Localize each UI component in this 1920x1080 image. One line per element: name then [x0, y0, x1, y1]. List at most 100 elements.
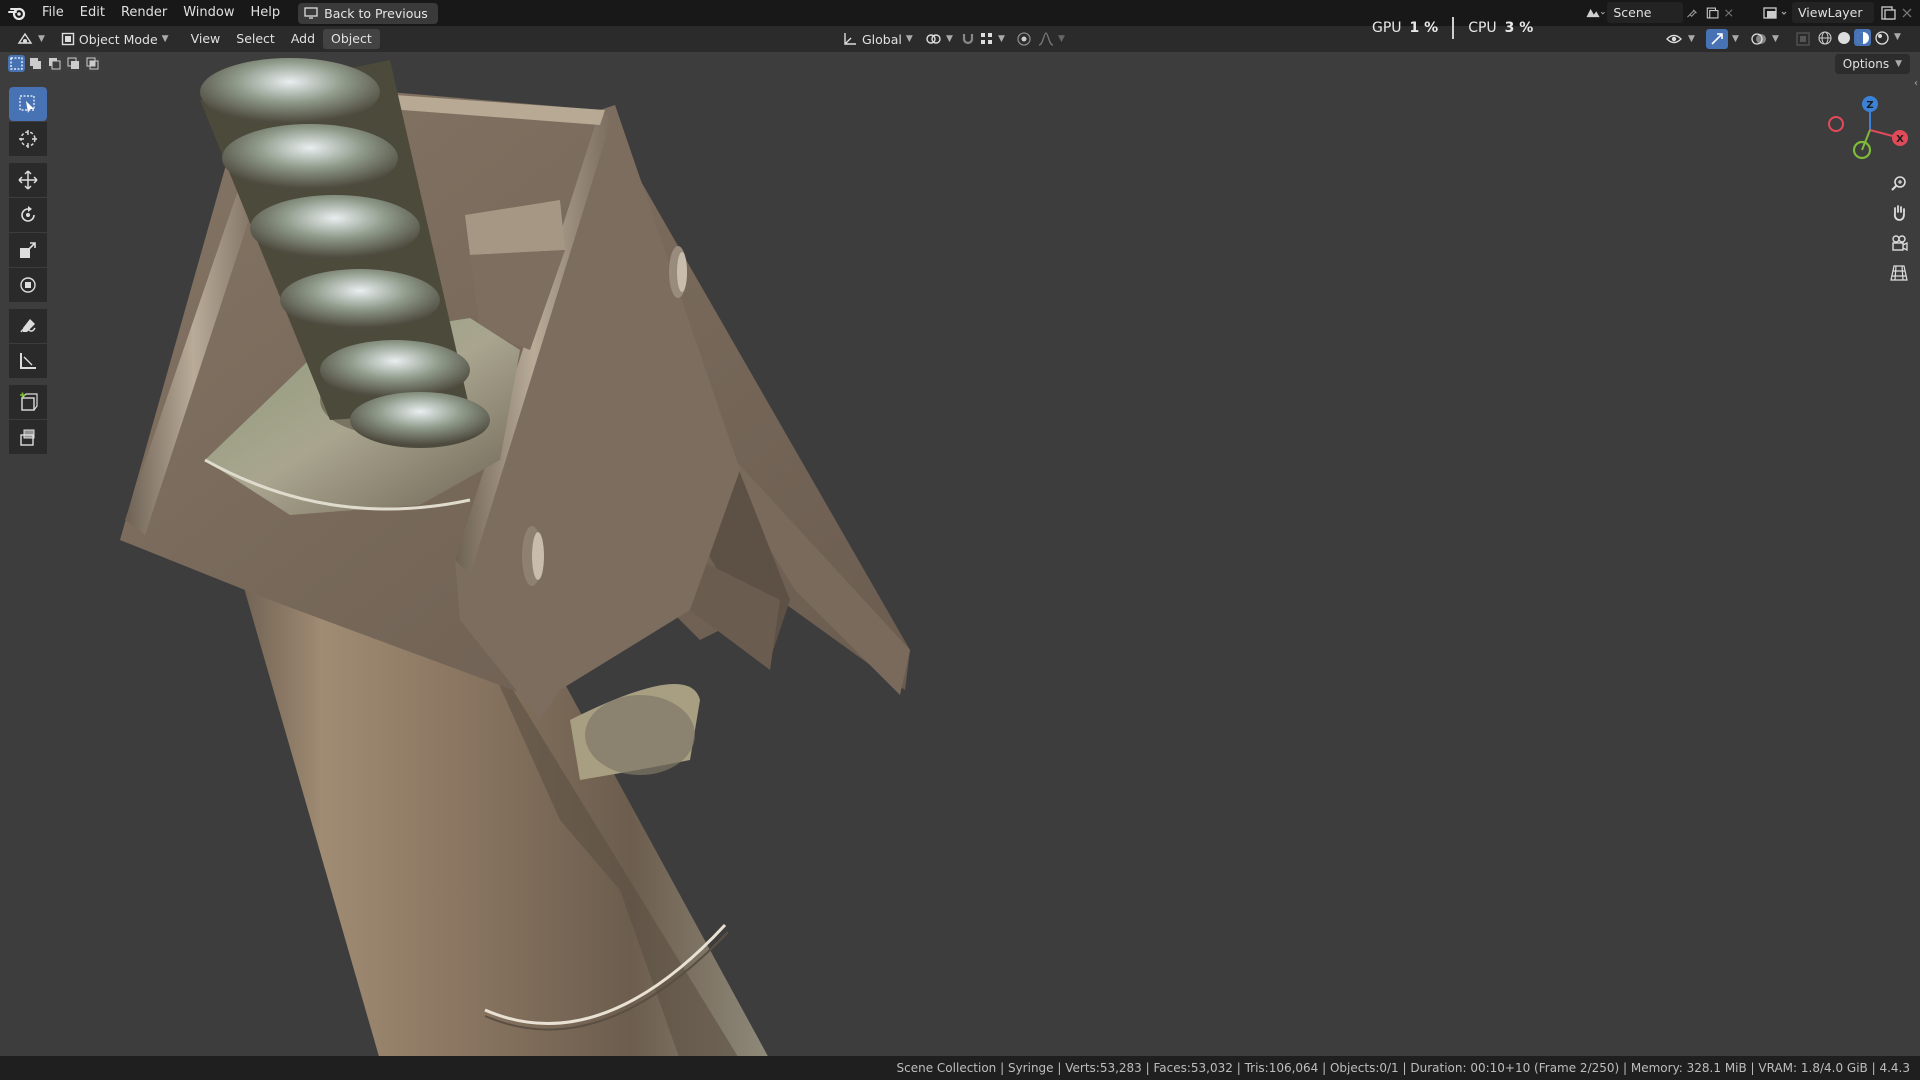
- transform-icon: [20, 277, 36, 293]
- orientation-axes-icon: [844, 33, 856, 45]
- sidebar-toggle-icon[interactable]: ‹: [1914, 78, 1918, 89]
- wireframe-sphere-icon: [1817, 30, 1832, 45]
- viewport-header: ▼ Object Mode ▼ View Select Add Object G…: [0, 26, 1920, 52]
- chevron-down-icon: ▼: [998, 34, 1005, 44]
- tool-extrude[interactable]: [9, 420, 47, 454]
- extrude-icon: [20, 429, 35, 446]
- delete-viewlayer-icon[interactable]: [1900, 5, 1914, 21]
- menu-window[interactable]: Window: [175, 2, 242, 24]
- pin-icon[interactable]: [1685, 5, 1700, 21]
- delete-scene-icon[interactable]: [1723, 5, 1734, 21]
- pan-view-button[interactable]: [1886, 200, 1912, 226]
- back-to-previous-label: Back to Previous: [324, 5, 428, 21]
- select-invert-button[interactable]: [65, 55, 82, 72]
- menu-help[interactable]: Help: [243, 2, 289, 24]
- gpu-value: 1 %: [1409, 19, 1439, 36]
- add-cube-icon: [20, 392, 38, 411]
- tool-add-cube[interactable]: [9, 385, 47, 419]
- tool-cursor[interactable]: [9, 122, 47, 156]
- pivot-point-dropdown[interactable]: ▼: [918, 29, 959, 49]
- gizmo-x-label: X: [1896, 134, 1904, 145]
- tool-transform[interactable]: [9, 268, 47, 302]
- tool-annotate[interactable]: [9, 309, 47, 343]
- 3d-cursor-icon: [19, 130, 37, 148]
- select-new-icon: [10, 57, 23, 70]
- perspective-toggle-button[interactable]: [1886, 260, 1912, 286]
- snap-target-dropdown[interactable]: ▼: [974, 29, 1011, 49]
- select-extend-button[interactable]: [27, 55, 44, 72]
- chevron-down-icon: ▼: [1688, 34, 1695, 44]
- gizmo-toggle[interactable]: ▼: [1700, 29, 1745, 49]
- shading-solid-button[interactable]: [1835, 29, 1852, 46]
- chevron-down-icon: ▼: [905, 34, 913, 44]
- select-new-button[interactable]: [8, 55, 25, 72]
- tool-measure[interactable]: [9, 344, 47, 378]
- pan-hand-icon: [1893, 205, 1905, 221]
- proportional-edit-icon: [1017, 32, 1031, 46]
- gizmo-z-label: Z: [1866, 100, 1873, 111]
- gizmo-arrow-icon: [1711, 33, 1723, 45]
- blender-logo-icon[interactable]: [0, 0, 34, 26]
- scene-selector[interactable]: Scene: [1584, 2, 1734, 23]
- viewlayer-name-field[interactable]: ViewLayer: [1792, 2, 1874, 23]
- camera-icon: [1892, 235, 1908, 252]
- header-menu-select[interactable]: Select: [228, 29, 283, 49]
- rotate-icon: [21, 206, 35, 222]
- pivot-icon: [926, 34, 941, 44]
- viewlayer-icon: [1763, 6, 1787, 19]
- scene-name-field[interactable]: Scene: [1607, 2, 1684, 23]
- measure-ruler-icon: [20, 353, 36, 369]
- top-menu-bar: File Edit Render Window Help Back to Pre…: [0, 0, 1920, 26]
- zoom-view-button[interactable]: [1886, 170, 1912, 196]
- gpu-label: GPU: [1372, 19, 1402, 36]
- cpu-value: 3 %: [1504, 19, 1534, 36]
- shading-rendered-button[interactable]: [1873, 29, 1890, 46]
- options-dropdown[interactable]: Options ▼: [1834, 54, 1910, 74]
- options-label: Options: [1842, 57, 1890, 71]
- chevron-down-icon: ▼: [946, 34, 953, 44]
- tool-move[interactable]: [9, 163, 47, 197]
- viewlayer-selector[interactable]: ViewLayer: [1762, 2, 1914, 23]
- menu-edit[interactable]: Edit: [72, 2, 113, 24]
- editor-type-dropdown[interactable]: ▼: [10, 29, 51, 49]
- menu-file[interactable]: File: [34, 2, 72, 24]
- transform-orientation-dropdown[interactable]: Global ▼: [836, 29, 919, 49]
- tool-rotate[interactable]: [9, 198, 47, 232]
- 3d-viewport[interactable]: Options ▼ ‹ Z X: [0, 52, 1920, 1056]
- falloff-dropdown[interactable]: ▼: [1032, 29, 1071, 49]
- select-intersect-icon: [86, 57, 99, 70]
- header-menu-object[interactable]: Object: [323, 29, 380, 49]
- shading-wireframe-button[interactable]: [1816, 29, 1833, 46]
- cpu-label: CPU: [1468, 19, 1497, 36]
- chevron-down-icon[interactable]: ▼: [1894, 29, 1901, 46]
- select-subtract-button[interactable]: [46, 55, 63, 72]
- header-menu-add[interactable]: Add: [283, 29, 323, 49]
- screen-icon: [304, 7, 318, 19]
- mode-dropdown[interactable]: Object Mode ▼: [55, 29, 175, 49]
- new-scene-icon[interactable]: [1704, 5, 1720, 21]
- select-intersect-button[interactable]: [84, 55, 101, 72]
- solid-sphere-icon: [1837, 31, 1850, 44]
- navigation-gizmo[interactable]: Z X: [1818, 92, 1913, 172]
- selectability-visibility-dropdown[interactable]: ▼: [1660, 29, 1701, 49]
- rendered-sphere-icon: [1874, 30, 1889, 45]
- scale-icon: [20, 242, 36, 258]
- status-info-text: Scene Collection | Syringe | Verts:53,28…: [896, 1061, 1910, 1075]
- annotate-pencil-icon: [20, 319, 36, 333]
- back-to-previous-button[interactable]: Back to Previous: [298, 2, 438, 24]
- eye-cursor-icon: [1666, 34, 1682, 44]
- gizmo-neg-x-icon[interactable]: [1828, 116, 1844, 132]
- snap-grid-icon: [981, 33, 992, 44]
- shading-material-button[interactable]: [1854, 29, 1871, 46]
- header-menu-view[interactable]: View: [183, 29, 229, 49]
- overlays-toggle[interactable]: ▼: [1744, 29, 1785, 49]
- xray-toggle[interactable]: [1790, 29, 1816, 49]
- tool-scale[interactable]: [9, 233, 47, 267]
- mode-label: Object Mode: [78, 31, 158, 47]
- chevron-down-icon: ▼: [1895, 59, 1902, 69]
- camera-view-button[interactable]: [1886, 230, 1912, 256]
- menu-render[interactable]: Render: [113, 2, 175, 24]
- tool-select-box[interactable]: [9, 87, 47, 121]
- chevron-down-icon: ▼: [38, 34, 45, 44]
- new-viewlayer-icon[interactable]: [1878, 5, 1898, 21]
